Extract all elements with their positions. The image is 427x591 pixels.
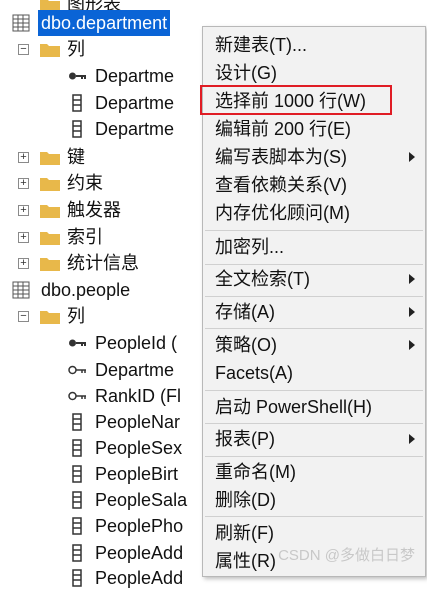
menu-item-new-table[interactable]: 新建表(T)... [203,31,425,59]
folder-icon [40,311,60,324]
submenu-arrow-icon [409,434,415,444]
expand-icon[interactable]: + [18,178,29,189]
menu-item-label: 存储(A) [215,302,275,322]
foreign-key-icon [68,365,86,375]
expand-icon[interactable]: + [18,152,29,163]
menu-item-encrypt-columns[interactable]: 加密列... [203,233,425,261]
foreign-key-icon [68,391,86,401]
menu-item-delete[interactable]: 删除(D) [203,486,425,514]
column-icon [72,413,82,431]
folder-icon [40,44,60,57]
menu-separator [205,390,423,391]
menu-item-label: 重命名(M) [215,462,296,482]
menu-item-label: 报表(P) [215,429,275,449]
menu-item-edit-top-200[interactable]: 编辑前 200 行(E) [203,115,425,143]
tree-node-label: PeoplePho [95,516,184,536]
tree-node-label: 索引 [67,227,103,247]
highlight-annotation-box [200,85,392,115]
menu-separator [205,516,423,517]
menu-item-design[interactable]: 设计(G) [203,59,425,87]
menu-item-storage[interactable]: 存储(A) [203,298,425,326]
menu-item-rename[interactable]: 重命名(M) [203,458,425,486]
tree-node-label: PeopleNar [95,412,181,432]
menu-item-refresh[interactable]: 刷新(F) [203,519,425,547]
folder-icon [40,178,60,191]
menu-item-start-powershell[interactable]: 启动 PowerShell(H) [203,393,425,421]
tree-node-label: Departme [95,66,175,86]
key-icon [69,72,86,80]
tree-node-label: RankID (Fl [95,386,182,406]
submenu-arrow-icon [409,274,415,284]
menu-item-label: 新建表(T)... [215,35,307,55]
tree-node-label: 列 [67,306,85,326]
menu-item-label: 编写表脚本为(S) [215,147,347,167]
tree-node-label: PeopleId ( [95,333,178,353]
tree-node-label: 键 [67,147,85,167]
menu-item-label: 刷新(F) [215,523,274,543]
tree-node-label-selected: dbo.department [38,10,171,36]
expand-icon[interactable]: + [18,232,29,243]
menu-item-view-dependencies[interactable]: 查看依赖关系(V) [203,171,425,199]
menu-item-label: Facets(A) [215,363,294,383]
menu-separator [205,230,423,231]
tree-node-label: dbo.people [41,280,131,300]
tree-node-label: Departme [95,93,175,113]
menu-item-label: 查看依赖关系(V) [215,175,347,195]
menu-item-label: 策略(O) [215,335,277,355]
folder-icon [40,205,60,218]
menu-item-label: 加密列... [215,237,285,257]
table-icon [12,14,30,32]
tree-node-label: PeopleAdd [95,568,184,588]
menu-separator [205,423,423,424]
folder-icon [40,258,60,271]
menu-item-label: 属性(R) [215,551,276,571]
tree-node-label: 触发器 [67,200,121,220]
menu-separator [205,296,423,297]
menu-item-label: 设计(G) [215,63,277,83]
folder-icon [40,152,60,165]
tree-node-label: 列 [67,39,85,59]
expand-icon[interactable]: + [18,205,29,216]
tree-node-label: 统计信息 [67,253,139,273]
expand-icon[interactable]: + [18,258,29,269]
tree-node-label: Departme [95,119,175,139]
submenu-arrow-icon [409,307,415,317]
menu-item-script-table-as[interactable]: 编写表脚本为(S) [203,143,425,171]
tree-node-label: PeopleBirt [95,464,179,484]
tree-node-label: PeopleSala [95,490,188,510]
menu-item-policies[interactable]: 策略(O) [203,331,425,359]
collapse-icon[interactable]: − [18,44,29,55]
menu-item-label: 启动 PowerShell(H) [215,397,373,417]
menu-separator [205,328,423,329]
watermark: CSDN @多做白日梦 [278,547,415,564]
column-icon [72,94,82,112]
column-icon [72,544,82,562]
menu-item-label: 全文检索(T) [215,269,310,289]
column-icon [72,465,82,483]
menu-item-memory-optimization-advisor[interactable]: 内存优化顾问(M) [203,199,425,227]
tree-node-label: PeopleSex [95,438,183,458]
table-icon [12,281,30,299]
tree-node-label: PeopleAdd [95,543,184,563]
collapse-icon[interactable]: − [18,311,29,322]
menu-item-label: 编辑前 200 行(E) [215,119,352,139]
menu-separator [205,456,423,457]
menu-item-label: 删除(D) [215,490,276,510]
folder-icon [40,232,60,245]
tree-node-label: 约束 [67,173,103,193]
key-icon [69,339,86,347]
column-icon [72,120,82,138]
menu-item-label: 内存优化顾问(M) [215,203,350,223]
column-icon [72,491,82,509]
column-icon [72,439,82,457]
menu-item-facets[interactable]: Facets(A) [203,359,425,387]
tree-node-label: Departme [95,360,175,380]
column-icon [72,517,82,535]
submenu-arrow-icon [409,340,415,350]
menu-item-full-text-index[interactable]: 全文检索(T) [203,265,425,293]
menu-item-reports[interactable]: 报表(P) [203,425,425,453]
column-icon [72,569,82,587]
submenu-arrow-icon [409,152,415,162]
